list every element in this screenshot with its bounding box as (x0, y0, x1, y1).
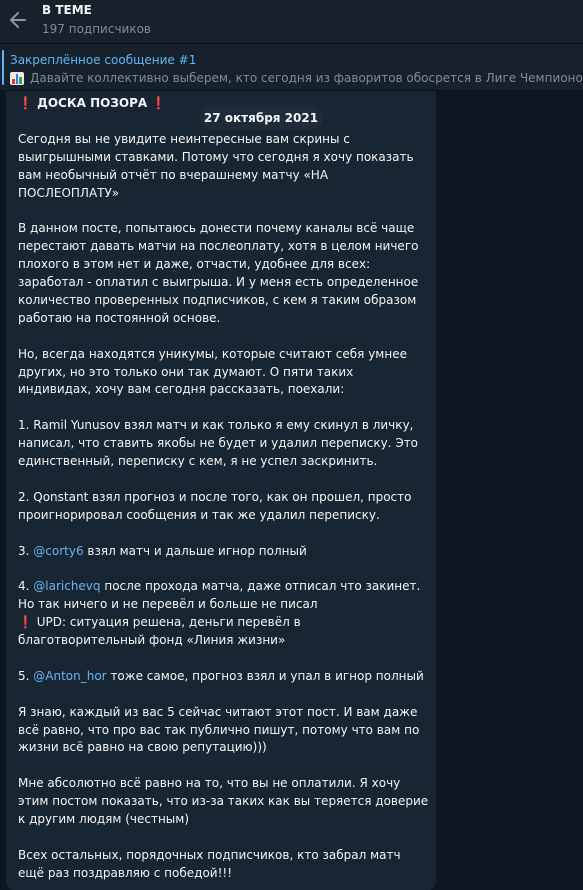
channel-title[interactable]: В ТЕМЕ (42, 3, 92, 17)
pinned-message-bar[interactable]: Закреплённое сообщение #1 Давайте коллек… (0, 44, 583, 91)
mention-link[interactable]: @corty6 (33, 544, 83, 558)
paragraph-closing: Всех остальных, порядочных подписчиков, … (18, 847, 401, 880)
list-item-1: 1. Ramil Yunusov взял матч и как только … (18, 418, 419, 469)
message-bubble: ❗ ДОСКА ПОЗОРА ❗ Сегодня вы не увидите н… (6, 91, 436, 890)
exclamation-icon: ❗ (151, 96, 167, 110)
chat-header: В ТЕМЕ 197 подписчиков (0, 0, 583, 44)
list-item-2: 2. Qonstant взял прогноз и после того, к… (18, 489, 412, 522)
exclamation-icon: ❗ (18, 96, 33, 110)
list-item-5: 5. @Anton_hor тоже самое, прогноз взял и… (18, 668, 424, 683)
arrow-left-icon (10, 12, 26, 28)
paragraph-reflection: Я знаю, каждый из вас 5 сейчас читают эт… (18, 704, 420, 755)
paragraph-intro: Сегодня вы не увидите неинтересные вам с… (18, 131, 414, 200)
paragraph-lead: Но, всегда находятся уникумы, которые сч… (18, 346, 407, 397)
pinned-preview: Давайте коллективно выберем, кто сегодня… (10, 71, 583, 85)
pinned-text: Давайте коллективно выберем, кто сегодня… (30, 71, 583, 85)
exclamation-icon: ❗ (18, 615, 33, 630)
pinned-title: Закреплённое сообщение #1 (10, 53, 197, 67)
update-note: UPD: ситуация решена, деньги перевёл в б… (18, 615, 301, 648)
subscriber-count: 197 подписчиков (42, 22, 151, 36)
mention-link[interactable]: @Anton_hor (33, 669, 106, 683)
message-text: ❗ ДОСКА ПОЗОРА ❗ Сегодня вы не увидите н… (18, 95, 430, 890)
paragraph-statement: Мне абсолютно всё равно на то, что вы не… (18, 776, 429, 827)
bar-chart-icon (10, 71, 24, 85)
back-button[interactable] (6, 8, 30, 32)
mention-link[interactable]: @larichevq (33, 579, 100, 593)
date-badge: 27 октября 2021 (199, 105, 323, 130)
list-item-3: 3. @corty6 взял матч и дальше игнор полн… (18, 543, 307, 558)
paragraph-explanation: В данном посте, попытаюсь донести почему… (18, 221, 419, 325)
pinned-indicator (2, 50, 4, 85)
list-item-4: 4. @larichevq после прохода матча, даже … (18, 579, 421, 648)
